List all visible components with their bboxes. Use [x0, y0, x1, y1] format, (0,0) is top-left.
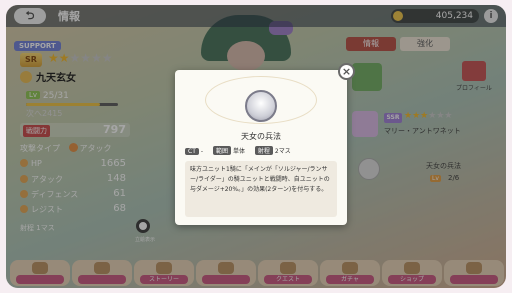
param-value-ct: -: [200, 148, 204, 155]
param-tag-range: 射程: [254, 146, 273, 155]
skill-name: 天女の兵法: [241, 132, 281, 141]
param-value-area: 単体: [232, 148, 245, 155]
skill-params-row: CT - 範囲 単体 射程 2マス: [185, 146, 337, 157]
skill-description: 味方ユニット1騎に「メインが「ソルジャー/ランサー/ライダー」の騎ユニットと戦闘…: [185, 161, 337, 217]
param-value-range: 2マス: [274, 148, 291, 155]
param-tag-ct: CT: [185, 148, 199, 155]
param-tag-area: 範囲: [212, 146, 231, 155]
skill-detail-modal: 天女の兵法 CT - 範囲 単体 射程 2マス 味方ユニット1騎に「メインが「ソルジャ…: [175, 63, 355, 225]
close-button[interactable]: ×: [338, 63, 355, 80]
skill-icon: [245, 90, 277, 122]
game-screen: ⮌ 情報 405,234 i SUPPORT SR ★★★★★★ 九天玄女 Lv…: [6, 5, 506, 288]
